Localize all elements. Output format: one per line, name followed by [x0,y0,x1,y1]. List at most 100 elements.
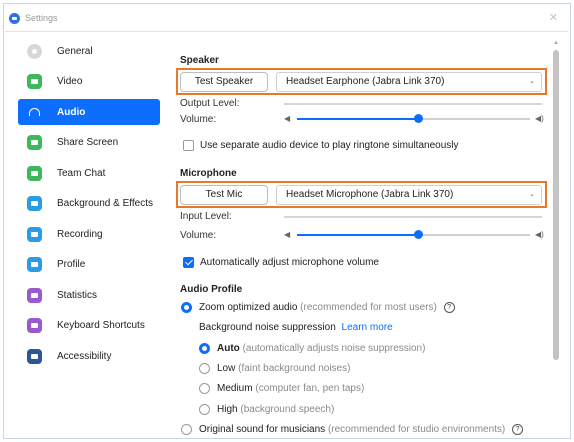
accessibility-icon [27,348,42,364]
noise-high-label: High [217,404,238,415]
speaker-section-title: Speaker [180,55,219,66]
noise-low-label: Low [217,363,236,374]
speaker-volume-slider[interactable] [297,114,530,124]
mic-volume-slider[interactable] [297,230,530,240]
sidebar-item-label: Profile [57,259,86,270]
sidebar-item-label: Video [57,76,83,87]
scrollbar[interactable]: ▲ [553,40,559,424]
keyboard-icon [27,318,42,333]
original-sound-option: Original sound for musicians (recommende… [199,424,524,436]
window-title: Settings [25,13,58,23]
output-level-label: Output Level: [180,98,240,109]
sidebar-item-label: Team Chat [57,167,106,179]
original-sound-label: Original sound for musicians [199,424,326,436]
noise-high-radio[interactable] [199,404,210,415]
original-sound-radio[interactable] [181,424,192,435]
sidebar-item-recording[interactable]: Recording [18,221,160,247]
volume-low-icon: ◀ [284,114,291,123]
learn-more-link[interactable]: Learn more [342,322,393,333]
noise-medium-desc: (computer fan, pen taps) [255,383,365,394]
noise-high-option: High (background speech) [217,404,334,415]
chevron-down-icon: ⌄ [529,191,535,198]
noise-auto-option: Auto (automatically adjusts noise suppre… [217,343,425,354]
microphone-section-title: Microphone [180,168,237,179]
speaker-volume-label: Volume: [180,114,217,125]
speaker-device-select[interactable]: Headset Earphone (Jabra Link 370) ⌄ [276,72,542,92]
sidebar-item-video[interactable]: Video [18,69,160,95]
sidebar-item-share-screen[interactable]: Share Screen [18,130,160,156]
sidebar-item-label: Background & Effects [57,198,153,209]
scroll-up-icon[interactable]: ▲ [553,40,559,46]
statistics-icon [27,287,42,303]
chat-icon [27,165,42,181]
separate-device-checkbox[interactable] [183,140,194,151]
sidebar-item-label: General [57,45,93,57]
sidebar-item-statistics[interactable]: Statistics [18,282,160,308]
sidebar-item-label: Share Screen [57,137,119,148]
volume-high-icon: ◀) [535,230,544,239]
noise-low-desc: (faint background noises) [238,363,351,374]
title-bar: Settings ✕ [5,5,568,32]
sidebar-item-label: Audio [57,106,86,118]
scroll-thumb[interactable] [553,50,559,360]
share-screen-icon [27,135,42,150]
noise-low-radio[interactable] [199,363,210,374]
window-frame-top [3,3,571,4]
chevron-down-icon: ⌄ [529,78,535,85]
sidebar-item-background-effects[interactable]: Background & Effects [18,191,160,217]
noise-high-desc: (background speech) [240,404,335,415]
test-speaker-button[interactable]: Test Speaker [180,72,268,92]
settings-sidebar: General Video Audio Share Screen Team Ch… [18,38,160,374]
sidebar-item-accessibility[interactable]: Accessibility [18,343,160,369]
auto-adjust-checkbox[interactable] [183,257,194,268]
output-level-meter [284,103,542,105]
original-sound-desc: (recommended for studio environments) [327,424,506,436]
input-level-meter [284,216,542,218]
sidebar-item-audio[interactable]: Audio [18,99,160,125]
window-frame-bottom [3,438,571,439]
headphone-icon [27,105,42,120]
noise-suppression-row: Background noise suppression Learn more [199,322,393,333]
noise-low-option: Low (faint background noises) [217,363,350,374]
window-frame-left [3,3,4,439]
sidebar-item-team-chat[interactable]: Team Chat [18,160,160,186]
window-frame-right [570,3,571,439]
video-icon [27,74,42,89]
microphone-device-value: Headset Microphone (Jabra Link 370) [286,189,454,200]
speaker-device-value: Headset Earphone (Jabra Link 370) [286,76,445,87]
sidebar-item-label: Statistics [57,289,98,301]
sidebar-item-label: Recording [57,228,103,240]
background-icon [27,196,42,211]
volume-low-icon: ◀ [284,230,291,239]
noise-auto-label: Auto [217,343,240,354]
sidebar-item-keyboard-shortcuts[interactable]: Keyboard Shortcuts [18,313,160,339]
zoom-app-icon [9,12,20,24]
microphone-device-select[interactable]: Headset Microphone (Jabra Link 370) ⌄ [276,185,542,205]
mic-volume-label: Volume: [180,230,217,241]
audio-profile-title: Audio Profile [180,284,243,295]
help-icon[interactable]: ? [512,424,524,435]
volume-high-icon: ◀) [535,114,544,123]
zoom-optimized-desc: (recommended for most users) [300,302,437,314]
noise-medium-option: Medium (computer fan, pen taps) [217,383,364,394]
separate-device-label: Use separate audio device to play ringto… [200,140,459,151]
gear-icon [27,43,42,59]
sidebar-item-label: Keyboard Shortcuts [57,320,145,331]
noise-auto-radio[interactable] [199,343,210,354]
test-mic-button[interactable]: Test Mic [180,185,268,205]
zoom-optimized-label: Zoom optimized audio [199,302,298,314]
sidebar-item-label: Accessibility [57,350,112,362]
microphone-device-row: Test Mic Headset Microphone (Jabra Link … [176,181,547,208]
recording-icon [27,226,42,242]
speaker-device-row: Test Speaker Headset Earphone (Jabra Lin… [176,68,547,95]
noise-medium-label: Medium [217,383,253,394]
auto-adjust-label: Automatically adjust microphone volume [200,257,379,268]
close-icon[interactable]: ✕ [549,11,558,24]
sidebar-item-profile[interactable]: Profile [18,252,160,278]
sidebar-item-general[interactable]: General [18,38,160,64]
noise-suppression-label: Background noise suppression [199,322,336,333]
noise-medium-radio[interactable] [199,383,210,394]
help-icon[interactable]: ? [443,302,455,313]
zoom-optimized-radio[interactable] [181,302,192,313]
input-level-label: Input Level: [180,211,232,222]
